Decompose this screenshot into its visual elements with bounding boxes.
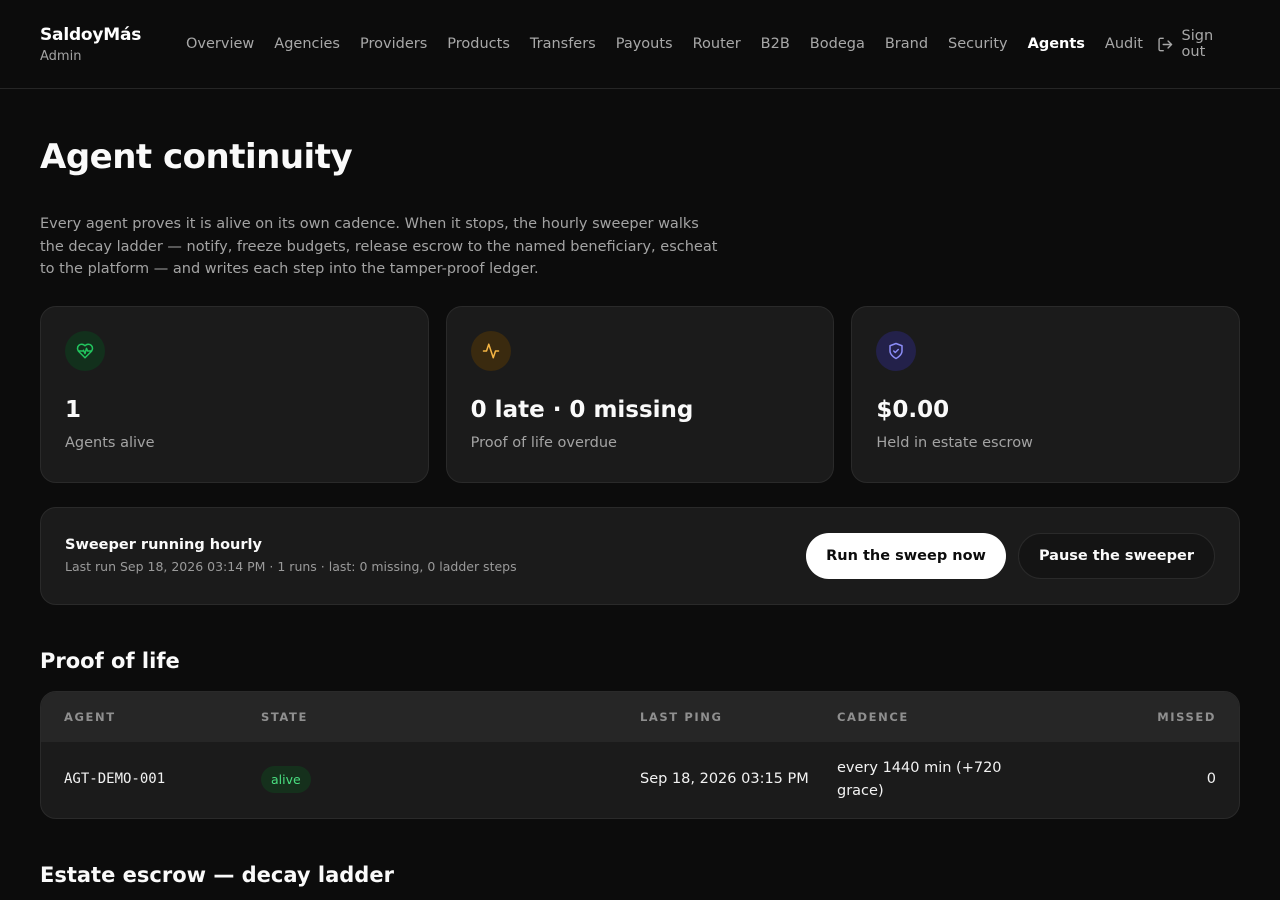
stat-label-alive: Agents alive (65, 434, 155, 451)
main-content: Agent continuity Every agent proves it i… (0, 137, 1280, 887)
agent-id[interactable]: AGT-DEMO-001 (64, 768, 261, 791)
cadence: every 1440 min (+720 grace) (837, 759, 1002, 799)
nav-item-agencies[interactable]: Agencies (274, 36, 340, 52)
column-header-cadence[interactable]: CADENCE (837, 710, 1027, 724)
page-intro: Every agent proves it is alive on its ow… (40, 216, 718, 277)
table-row[interactable]: AGT-DEMO-001 alive Sep 18, 2026 03:15 PM… (41, 742, 1239, 818)
stat-value-alive: 1 (65, 396, 82, 423)
shield-check-icon (876, 330, 917, 371)
sweeper-status: Sweeper running hourly Last run Sep 18, … (65, 537, 806, 574)
status-badge: alive (261, 766, 311, 793)
stat-label-overdue: Proof of life overdue (470, 434, 617, 451)
nav-item-payouts[interactable]: Payouts (616, 36, 673, 52)
sign-out-button[interactable]: Sign out (1157, 28, 1240, 60)
sweeper-panel: Sweeper running hourly Last run Sep 18, … (40, 506, 1240, 605)
column-header-missed[interactable]: MISSED (1027, 710, 1216, 724)
top-navigation-bar: SaldoyMás Admin Overview Agencies Provid… (0, 0, 1280, 89)
main-nav: Overview Agencies Providers Products Tra… (166, 28, 1240, 60)
page-title: Agent continuity (40, 137, 353, 177)
nav-item-router[interactable]: Router (693, 36, 741, 52)
stat-value-escrow: $0.00 (876, 396, 950, 423)
state-cell: alive (261, 766, 640, 793)
nav-item-agents[interactable]: Agents (1028, 36, 1085, 52)
nav-item-security[interactable]: Security (948, 36, 1008, 52)
sign-out-label: Sign out (1181, 28, 1214, 60)
sign-out-icon (1158, 37, 1173, 51)
nav-item-providers[interactable]: Providers (360, 36, 427, 52)
brand-role: Admin (40, 48, 82, 64)
pause-sweeper-button[interactable]: Pause the sweeper (1017, 532, 1215, 579)
proof-of-life-heading: Proof of life (40, 648, 180, 673)
sweeper-title: Sweeper running hourly (65, 537, 262, 553)
brand-name: SaldoyMás (40, 24, 142, 45)
heart-pulse-icon (65, 330, 105, 371)
column-header-state[interactable]: STATE (261, 710, 640, 724)
brand-block: SaldoyMás Admin (40, 25, 166, 64)
nav-item-b2b[interactable]: B2B (761, 36, 790, 52)
stat-card-escrow: $0.00 Held in estate escrow (851, 305, 1241, 483)
table-header: AGENT STATE LAST PING CADENCE MISSED (41, 691, 1239, 742)
nav-item-brand[interactable]: Brand (885, 36, 928, 52)
stats-row: 1 Agents alive 0 late · 0 missing Proof … (40, 305, 1241, 483)
nav-item-audit[interactable]: Audit (1105, 36, 1143, 52)
activity-icon (470, 330, 511, 371)
stat-value-overdue: 0 late · 0 missing (470, 396, 694, 423)
column-header-agent[interactable]: AGENT (64, 710, 261, 724)
nav-item-products[interactable]: Products (447, 36, 510, 52)
proof-of-life-table: AGENT STATE LAST PING CADENCE MISSED AGT… (40, 690, 1240, 819)
sweeper-subtitle: Last run Sep 18, 2026 03:14 PM · 1 runs … (65, 559, 517, 574)
nav-item-overview[interactable]: Overview (186, 36, 254, 52)
last-ping: Sep 18, 2026 03:15 PM (640, 771, 809, 787)
stat-card-overdue: 0 late · 0 missing Proof of life overdue (445, 305, 835, 483)
estate-escrow-heading: Estate escrow — decay ladder (40, 862, 394, 887)
missed-count: 0 (1206, 771, 1216, 787)
run-sweep-button[interactable]: Run the sweep now (806, 532, 1006, 579)
column-header-last-ping[interactable]: LAST PING (640, 710, 837, 724)
nav-item-bodega[interactable]: Bodega (810, 36, 865, 52)
stat-card-alive: 1 Agents alive (40, 305, 429, 483)
stat-label-escrow: Held in estate escrow (876, 434, 1033, 451)
nav-item-transfers[interactable]: Transfers (530, 36, 596, 52)
